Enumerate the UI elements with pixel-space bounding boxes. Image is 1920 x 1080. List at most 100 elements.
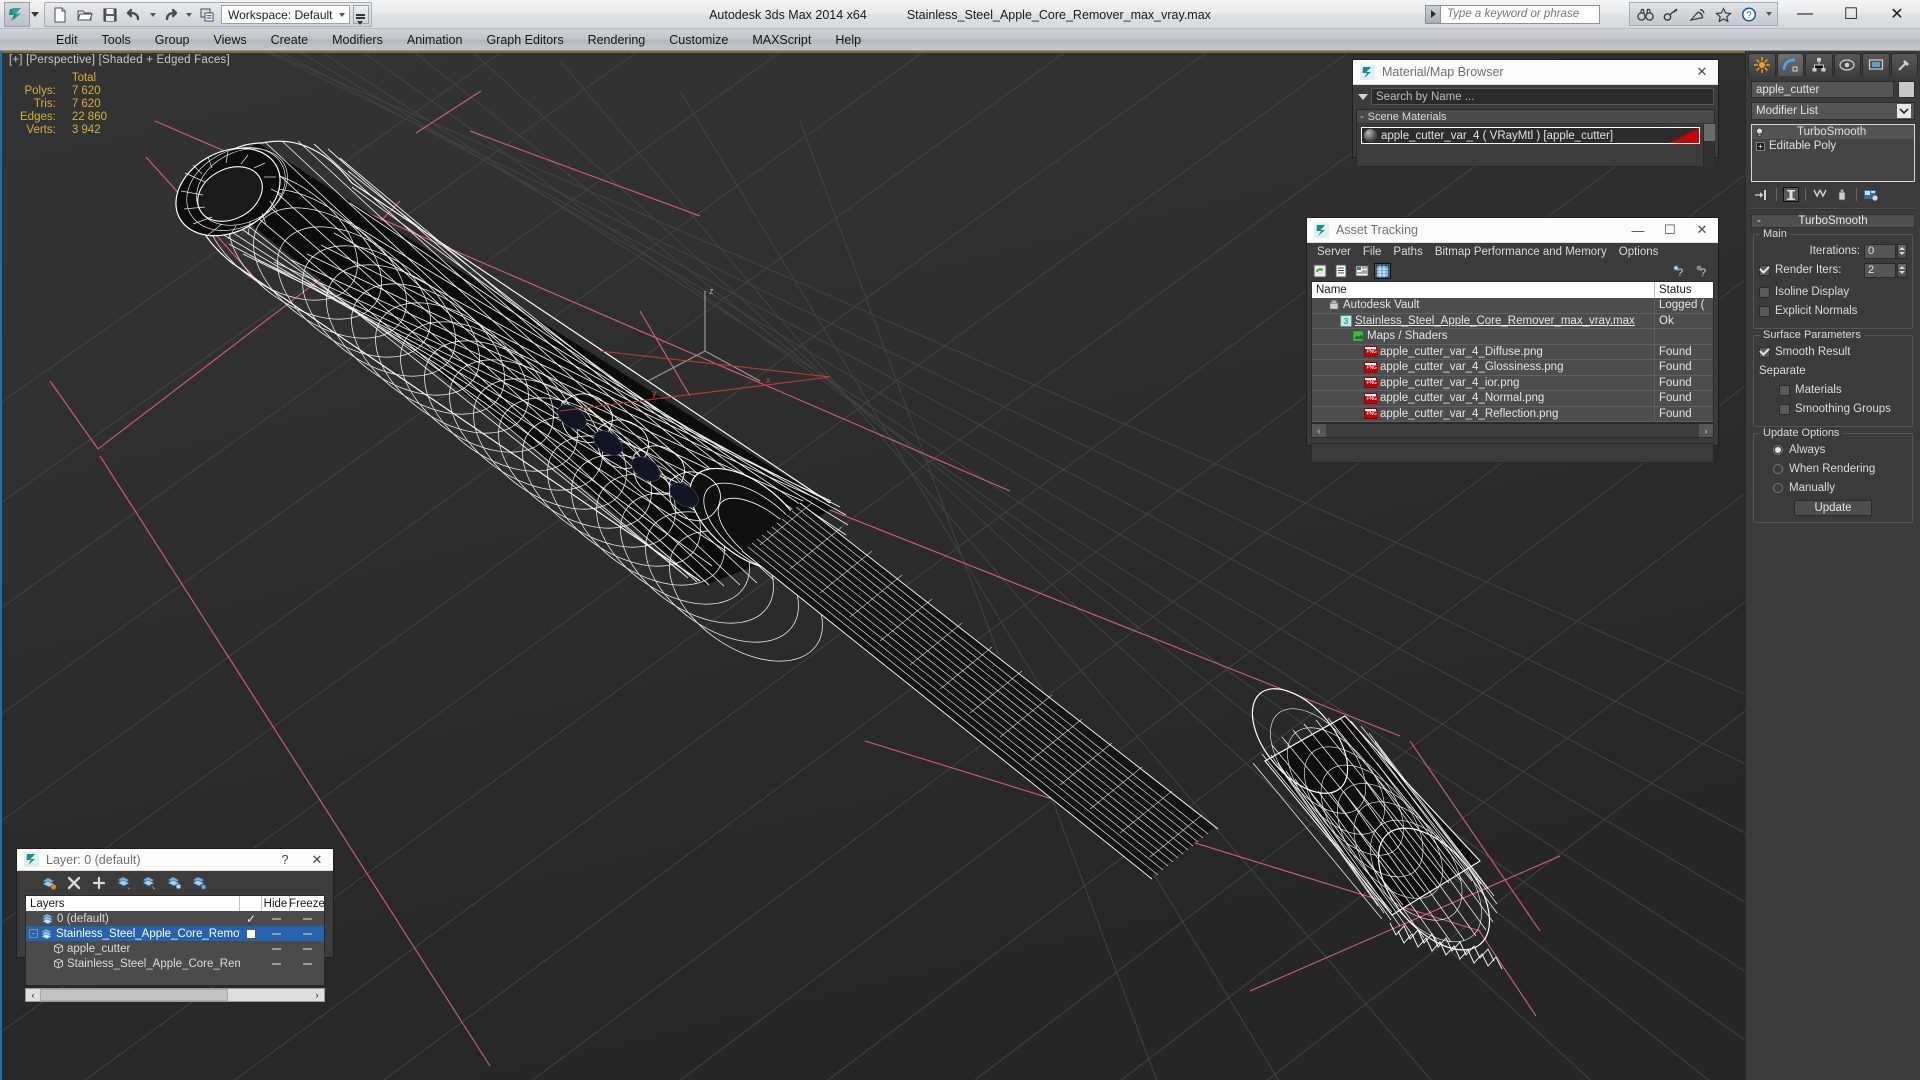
scrollbar-thumb[interactable] [40, 989, 228, 1001]
explicit-normals-row[interactable]: Explicit Normals [1759, 303, 1907, 319]
open-file-icon[interactable] [72, 4, 97, 26]
menu-item-create[interactable]: Create [259, 29, 321, 50]
update-manually-radio[interactable] [1773, 483, 1783, 493]
layer-freeze-cell[interactable] [290, 956, 324, 971]
asset-menu-bitmap-performance-and-memory[interactable]: Bitmap Performance and Memory [1429, 246, 1613, 258]
column-header-layers[interactable]: Layers [26, 896, 240, 911]
explicit-normals-checkbox[interactable] [1759, 305, 1770, 317]
asset-menu-file[interactable]: File [1357, 246, 1388, 258]
workspace-selector[interactable]: Workspace: Default [221, 5, 350, 24]
asset-table-row[interactable]: apple_cutter_var_4_Glossiness.png Found [1312, 360, 1713, 376]
layer-freeze-cell[interactable] [290, 941, 324, 956]
update-when-rendering-row[interactable]: When Rendering [1759, 461, 1907, 477]
help-dropdown-caret-icon[interactable] [1763, 3, 1774, 25]
separate-materials-row[interactable]: Materials [1759, 382, 1907, 398]
expand-plus-icon[interactable]: + [1756, 141, 1765, 151]
column-header-current[interactable] [240, 896, 262, 911]
layer-name-cell[interactable]: 0 (default) [26, 911, 240, 926]
layer-manager-window[interactable]: Layer: 0 (default) ? ✕ Layers Hide Freez… [17, 848, 333, 1002]
select-highlight-icon[interactable] [141, 875, 157, 891]
modifier-list-dropdown[interactable]: Modifier List [1751, 102, 1915, 120]
app-menu-caret-icon[interactable] [31, 12, 39, 17]
material-map-browser-window[interactable]: Material/Map Browser ✕ Search by Name ..… [1353, 60, 1718, 167]
object-name-field[interactable]: apple_cutter [1751, 81, 1894, 98]
modifier-stack-item-editable-poly[interactable]: + Editable Poly [1752, 139, 1914, 153]
layer-table[interactable]: Layers Hide Freeze 0 (default) ✓ - Stainles… [25, 895, 325, 986]
close-button[interactable]: ✕ [1874, 0, 1920, 28]
refresh-icon[interactable] [1311, 263, 1328, 279]
layer-hide-cell[interactable] [262, 941, 290, 956]
material-search-input[interactable]: Search by Name ... [1371, 88, 1714, 105]
layer-dialog-help-button[interactable]: ? [269, 848, 301, 872]
asset-tracking-minimize-button[interactable]: — [1622, 218, 1654, 242]
remove-modifier-icon[interactable] [1834, 187, 1850, 202]
lightbulb-icon[interactable] [1754, 127, 1765, 138]
iterations-input[interactable]: 0 [1864, 243, 1896, 259]
menu-item-modifiers[interactable]: Modifiers [320, 29, 395, 50]
menu-item-group[interactable]: Group [143, 29, 202, 50]
separate-smoothing-groups-checkbox[interactable] [1779, 403, 1790, 415]
utilities-tab-icon[interactable] [1890, 53, 1918, 76]
asset-tracking-horizontal-scrollbar[interactable]: ‹ › [1311, 423, 1714, 438]
menu-item-maxscript[interactable]: MAXScript [740, 29, 823, 50]
details-view-icon[interactable] [1353, 263, 1370, 279]
modifier-stack[interactable]: TurboSmooth + Editable Poly [1751, 124, 1915, 182]
render-iters-spinner[interactable] [1897, 262, 1907, 278]
scrollbar-track[interactable] [1326, 424, 1699, 437]
layer-name-cell[interactable]: apple_cutter [26, 941, 240, 956]
layer-hide-cell[interactable] [262, 911, 290, 926]
delete-layer-icon[interactable] [66, 875, 82, 891]
asset-menu-paths[interactable]: Paths [1387, 246, 1428, 258]
layer-current-cell[interactable] [240, 941, 262, 956]
asset-table-row[interactable]: apple_cutter_var_4_Normal.png Found [1312, 391, 1713, 407]
menu-item-customize[interactable]: Customize [657, 29, 740, 50]
layer-current-cell[interactable] [240, 926, 262, 941]
asset-name-cell[interactable]: apple_cutter_var_4_Glossiness.png [1312, 360, 1655, 375]
separate-materials-checkbox[interactable] [1779, 384, 1790, 396]
modify-tab-icon[interactable] [1776, 53, 1804, 76]
layer-current-cell[interactable]: ✓ [240, 911, 262, 926]
column-header-name[interactable]: Name [1312, 282, 1655, 298]
layer-table-row[interactable]: Stainless_Steel_Apple_Core_Remover [26, 956, 324, 971]
search-dropdown-icon[interactable] [1425, 4, 1440, 24]
layer-freeze-cell[interactable] [290, 926, 324, 941]
asset-name-cell[interactable]: 3 Stainless_Steel_Apple_Core_Remover_max_… [1312, 313, 1655, 328]
update-always-radio[interactable] [1773, 445, 1783, 455]
asset-table-row[interactable]: apple_cutter_var_4_Diffuse.png Found [1312, 344, 1713, 360]
asset-table-row[interactable]: Maps / Shaders [1312, 329, 1713, 345]
material-browser-options-icon[interactable] [1355, 89, 1371, 105]
material-browser-list[interactable]: - Scene Materials apple_cutter_var_4 ( V… [1356, 109, 1715, 167]
layer-current-cell[interactable] [240, 956, 262, 971]
smooth-result-row[interactable]: Smooth Result [1759, 344, 1907, 360]
asset-table-row[interactable]: 3 Stainless_Steel_Apple_Core_Remover_max_… [1312, 313, 1713, 329]
current-layer-checkbox[interactable] [246, 928, 256, 939]
undo-icon[interactable] [122, 4, 147, 26]
isoline-display-checkbox[interactable] [1759, 286, 1770, 298]
star-icon[interactable] [1711, 4, 1735, 24]
group-collapse-icon[interactable]: - [1360, 111, 1364, 123]
satellite-dish-icon[interactable] [1685, 4, 1709, 24]
rollout-collapse-icon[interactable]: - [1752, 215, 1766, 227]
smooth-result-checkbox[interactable] [1759, 346, 1770, 358]
make-unique-icon[interactable] [1812, 187, 1828, 202]
3dsmax-app-logo-icon[interactable] [4, 2, 30, 27]
asset-name-cell[interactable]: apple_cutter_var_4_ior.png [1312, 375, 1655, 390]
remove-help-icon[interactable]: ? [1695, 263, 1712, 279]
binoculars-icon[interactable] [1633, 4, 1657, 24]
material-browser-close-button[interactable]: ✕ [1686, 60, 1718, 84]
hierarchy-tab-icon[interactable] [1805, 53, 1833, 76]
help-question-icon[interactable]: ? [1737, 4, 1761, 24]
update-button[interactable]: Update [1794, 500, 1872, 516]
list-view-icon[interactable] [1332, 263, 1349, 279]
layer-freeze-cell[interactable] [290, 911, 324, 926]
layer-name-cell[interactable]: - Stainless_Steel_Apple_Core_Remover [26, 926, 240, 941]
render-iters-checkbox[interactable] [1759, 264, 1770, 276]
workspace-menu-button[interactable] [352, 5, 369, 25]
isoline-display-row[interactable]: Isoline Display [1759, 284, 1907, 300]
asset-tracking-table[interactable]: Name Status Autodesk Vault Logged (3 Stain… [1311, 281, 1714, 423]
material-browser-scrollbar[interactable] [1703, 124, 1715, 167]
asset-table-row[interactable]: apple_cutter_var_4_ior.png Found [1312, 375, 1713, 391]
chevron-down-icon[interactable] [1897, 104, 1911, 118]
layer-table-row[interactable]: 0 (default) ✓ [26, 911, 324, 926]
scroll-left-button[interactable]: ‹ [1312, 424, 1326, 437]
